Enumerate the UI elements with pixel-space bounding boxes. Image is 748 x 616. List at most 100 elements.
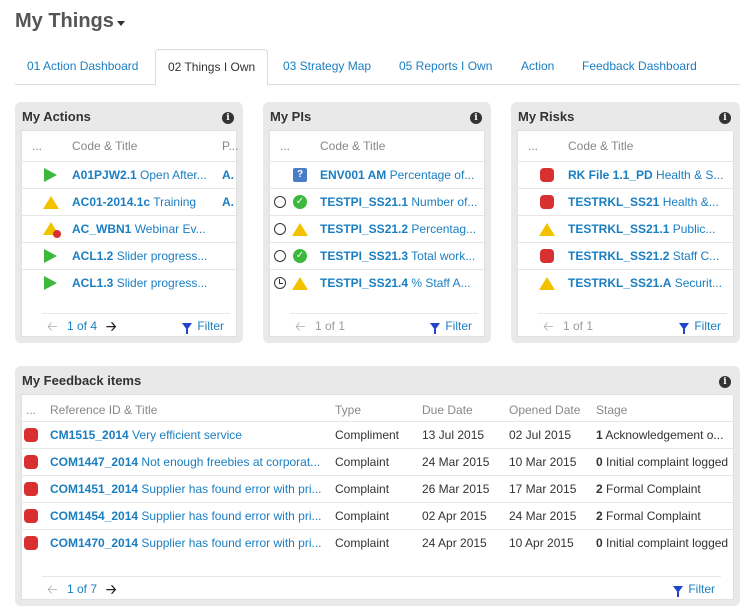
feedback-type: Complaint	[335, 536, 390, 550]
feedback-title[interactable]: Very efficient service	[132, 428, 242, 442]
table-row[interactable]: TESTRKL_SS21.1 Public...	[518, 215, 733, 242]
prev-arrow-icon[interactable]: 🡠	[295, 318, 306, 340]
next-arrow-icon[interactable]: 🡢	[106, 318, 117, 340]
table-row[interactable]: TESTRKL_SS21.2 Staff C...	[518, 242, 733, 269]
feedback-ref[interactable]: COM1451_2014	[50, 482, 138, 496]
risk-code[interactable]: TESTRKL_SS21.2	[568, 249, 669, 263]
panel-header: My Actions i	[22, 109, 236, 129]
my-feedback-panel: My Feedback items i ... Reference ID & T…	[15, 366, 740, 606]
filter-button[interactable]: Filter	[679, 319, 721, 334]
feedback-ref[interactable]: CM1515_2014	[50, 428, 129, 442]
table-row[interactable]: TESTPI_SS21.2 Percentag...	[270, 215, 484, 242]
prev-arrow-icon[interactable]: 🡠	[543, 318, 554, 340]
pi-title[interactable]: Number of...	[411, 195, 477, 209]
pi-title[interactable]: Percentag...	[411, 222, 476, 236]
pi-code[interactable]: ENV001 AM	[320, 168, 386, 182]
table-row[interactable]: ✓ TESTPI_SS21.3 Total work...	[270, 242, 484, 269]
column-header-code-title[interactable]: Code & Title	[320, 131, 385, 161]
action-code[interactable]: ACL1.2	[72, 249, 113, 263]
action-title[interactable]: Slider progress...	[117, 249, 208, 263]
page-indicator[interactable]: 1 of 4	[67, 319, 97, 333]
table-row[interactable]: TESTRKL_SS21.A Securit...	[518, 269, 733, 296]
filter-button[interactable]: Filter	[430, 319, 472, 334]
page-title[interactable]: My Things	[15, 10, 125, 33]
action-title[interactable]: Open After...	[140, 168, 207, 182]
page-indicator[interactable]: 1 of 1	[563, 319, 593, 333]
risk-code[interactable]: TESTRKL_SS21.A	[568, 276, 671, 290]
prev-arrow-icon[interactable]: 🡠	[47, 581, 58, 603]
risk-title[interactable]: Health & S...	[656, 168, 723, 182]
feedback-title[interactable]: Supplier has found error with pri...	[141, 509, 321, 523]
feedback-ref[interactable]: COM1447_2014	[50, 455, 138, 469]
feedback-title[interactable]: Not enough freebies at corporat...	[141, 455, 320, 469]
filter-button[interactable]: Filter	[673, 582, 715, 597]
risk-code[interactable]: TESTRKL_SS21	[568, 195, 659, 209]
column-header-code-title[interactable]: Code & Title	[568, 131, 633, 161]
tab-action-dashboard[interactable]: 01 Action Dashboard	[15, 49, 150, 85]
status-ok-icon: ✓	[293, 195, 307, 209]
table-row[interactable]: TESTPI_SS21.4 % Staff A...	[270, 269, 484, 296]
pi-code[interactable]: TESTPI_SS21.3	[320, 249, 408, 263]
risk-title[interactable]: Health &...	[663, 195, 719, 209]
tab-things-i-own[interactable]: 02 Things I Own	[155, 49, 269, 86]
page-title-text: My Things	[15, 10, 114, 32]
page-indicator[interactable]: 1 of 7	[67, 582, 97, 596]
column-header-code-title[interactable]: Code & Title	[72, 131, 137, 161]
pi-code[interactable]: TESTPI_SS21.2	[320, 222, 408, 236]
funnel-icon	[430, 322, 441, 334]
info-icon[interactable]: i	[470, 112, 482, 124]
table-row[interactable]: A01PJW2.1 Open After... A.	[22, 161, 236, 188]
my-actions-panel: My Actions i ... Code & Title P... A01PJ…	[15, 102, 243, 343]
table-row[interactable]: ACL1.2 Slider progress...	[22, 242, 236, 269]
action-code[interactable]: AC_WBN1	[72, 222, 131, 236]
action-title[interactable]: Training	[153, 195, 196, 209]
table-row[interactable]: TESTRKL_SS21 Health &...	[518, 188, 733, 215]
pi-title[interactable]: Total work...	[411, 249, 475, 263]
pi-code[interactable]: TESTPI_SS21.4	[320, 276, 408, 290]
feedback-title[interactable]: Supplier has found error with pri...	[141, 536, 321, 550]
pi-title[interactable]: Percentage of...	[390, 168, 475, 182]
pi-code[interactable]: TESTPI_SS21.1	[320, 195, 408, 209]
action-code[interactable]: A01PJW2.1	[72, 168, 137, 182]
status-red-icon	[24, 536, 38, 550]
table-row[interactable]: AC_WBN1 Webinar Ev...	[22, 215, 236, 242]
table-row[interactable]: COM1451_2014 Supplier has found error wi…	[22, 475, 733, 502]
prev-arrow-icon[interactable]: 🡠	[47, 318, 58, 340]
tab-strategy-map[interactable]: 03 Strategy Map	[271, 49, 383, 85]
feedback-due-date: 13 Jul 2015	[422, 428, 485, 442]
action-code[interactable]: AC01-2014.1c	[72, 195, 150, 209]
tab-reports-i-own[interactable]: 05 Reports I Own	[387, 49, 504, 85]
next-arrow-icon[interactable]: 🡢	[106, 581, 117, 603]
action-title[interactable]: Slider progress...	[117, 276, 208, 290]
pi-title[interactable]: % Staff A...	[411, 276, 470, 290]
tab-action[interactable]: Action	[509, 49, 566, 85]
info-icon[interactable]: i	[719, 376, 731, 388]
page-indicator[interactable]: 1 of 1	[315, 319, 345, 333]
action-code[interactable]: ACL1.3	[72, 276, 113, 290]
action-title[interactable]: Webinar Ev...	[135, 222, 206, 236]
info-icon[interactable]: i	[719, 112, 731, 124]
table-row[interactable]: ✓ TESTPI_SS21.1 Number of...	[270, 188, 484, 215]
feedback-ref[interactable]: COM1454_2014	[50, 509, 138, 523]
table-row[interactable]: COM1454_2014 Supplier has found error wi…	[22, 502, 733, 529]
table-row[interactable]: ? ENV001 AM Percentage of...	[270, 161, 484, 188]
table-row[interactable]: ACL1.3 Slider progress...	[22, 269, 236, 296]
feedback-opened-date: 02 Jul 2015	[509, 428, 572, 442]
filter-button[interactable]: Filter	[182, 319, 224, 334]
column-header-p[interactable]: P...	[222, 131, 238, 161]
caret-down-icon[interactable]	[116, 21, 125, 26]
table-row[interactable]: COM1447_2014 Not enough freebies at corp…	[22, 448, 733, 475]
table-row[interactable]: RK File 1.1_PD Health & S...	[518, 161, 733, 188]
feedback-ref[interactable]: COM1470_2014	[50, 536, 138, 550]
risk-code[interactable]: TESTRKL_SS21.1	[568, 222, 669, 236]
info-icon[interactable]: i	[222, 112, 234, 124]
table-row[interactable]: AC01-2014.1c Training A.	[22, 188, 236, 215]
risk-code[interactable]: RK File 1.1_PD	[568, 168, 653, 182]
table-row[interactable]: COM1470_2014 Supplier has found error wi…	[22, 529, 733, 556]
risk-title[interactable]: Securit...	[675, 276, 722, 290]
table-row[interactable]: CM1515_2014 Very efficient service Compl…	[22, 421, 733, 448]
risk-title[interactable]: Public...	[673, 222, 716, 236]
feedback-title[interactable]: Supplier has found error with pri...	[141, 482, 321, 496]
risk-title[interactable]: Staff C...	[673, 249, 719, 263]
tab-feedback-dashboard[interactable]: Feedback Dashboard	[570, 49, 709, 85]
